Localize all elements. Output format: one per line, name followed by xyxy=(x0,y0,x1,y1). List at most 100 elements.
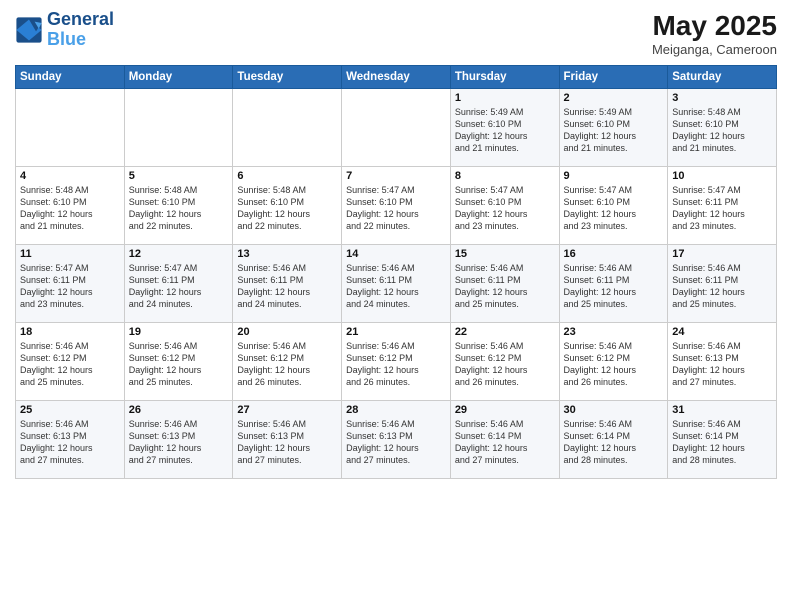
day-number: 20 xyxy=(237,326,337,338)
day-cell: 17 Sunrise: 5:46 AM Sunset: 6:11 PM Dayli… xyxy=(668,245,777,323)
day-cell xyxy=(233,89,342,167)
day-number: 10 xyxy=(672,170,772,182)
day-cell: 12 Sunrise: 5:47 AM Sunset: 6:11 PM Dayli… xyxy=(124,245,233,323)
day-detail: Sunrise: 5:46 AM Sunset: 6:13 PM Dayligh… xyxy=(129,418,229,467)
day-detail: Sunrise: 5:47 AM Sunset: 6:11 PM Dayligh… xyxy=(129,262,229,311)
day-number: 11 xyxy=(20,248,120,260)
day-detail: Sunrise: 5:47 AM Sunset: 6:11 PM Dayligh… xyxy=(672,184,772,233)
day-detail: Sunrise: 5:46 AM Sunset: 6:13 PM Dayligh… xyxy=(20,418,120,467)
day-cell: 2 Sunrise: 5:49 AM Sunset: 6:10 PM Daylig… xyxy=(559,89,668,167)
day-cell: 25 Sunrise: 5:46 AM Sunset: 6:13 PM Dayli… xyxy=(16,401,125,479)
day-cell: 28 Sunrise: 5:46 AM Sunset: 6:13 PM Dayli… xyxy=(342,401,451,479)
day-number: 29 xyxy=(455,404,555,416)
day-detail: Sunrise: 5:46 AM Sunset: 6:12 PM Dayligh… xyxy=(237,340,337,389)
day-cell: 26 Sunrise: 5:46 AM Sunset: 6:13 PM Dayli… xyxy=(124,401,233,479)
day-cell: 19Sunrise: 5:46 AM Sunset: 6:12 PM Dayli… xyxy=(124,323,233,401)
day-number: 25 xyxy=(20,404,120,416)
logo-line1: General xyxy=(47,10,114,30)
day-cell: 14 Sunrise: 5:46 AM Sunset: 6:11 PM Dayli… xyxy=(342,245,451,323)
day-number: 5 xyxy=(129,170,229,182)
day-cell: 10 Sunrise: 5:47 AM Sunset: 6:11 PM Dayli… xyxy=(668,167,777,245)
week-row-3: 11 Sunrise: 5:47 AM Sunset: 6:11 PM Dayli… xyxy=(16,245,777,323)
day-detail: Sunrise: 5:48 AM Sunset: 6:10 PM Dayligh… xyxy=(672,106,772,155)
day-number: 26 xyxy=(129,404,229,416)
weekday-monday: Monday xyxy=(124,66,233,89)
day-number: 31 xyxy=(672,404,772,416)
day-number: 14 xyxy=(346,248,446,260)
day-detail: Sunrise: 5:48 AM Sunset: 6:10 PM Dayligh… xyxy=(129,184,229,233)
weekday-friday: Friday xyxy=(559,66,668,89)
day-number: 24 xyxy=(672,326,772,338)
day-detail: Sunrise: 5:46 AM Sunset: 6:13 PM Dayligh… xyxy=(672,340,772,389)
week-row-5: 25 Sunrise: 5:46 AM Sunset: 6:13 PM Dayli… xyxy=(16,401,777,479)
day-cell: 21 Sunrise: 5:46 AM Sunset: 6:12 PM Dayli… xyxy=(342,323,451,401)
day-detail: Sunrise: 5:46 AM Sunset: 6:11 PM Dayligh… xyxy=(564,262,664,311)
day-number: 28 xyxy=(346,404,446,416)
title-block: May 2025 Meiganga, Cameroon xyxy=(652,10,777,57)
day-detail: Sunrise: 5:46 AM Sunset: 6:12 PM Dayligh… xyxy=(455,340,555,389)
month-year: May 2025 xyxy=(652,10,777,42)
day-number: 12 xyxy=(129,248,229,260)
day-cell: 31 Sunrise: 5:46 AM Sunset: 6:14 PM Dayli… xyxy=(668,401,777,479)
day-detail: Sunrise: 5:46 AM Sunset: 6:13 PM Dayligh… xyxy=(346,418,446,467)
day-cell: 8 Sunrise: 5:47 AM Sunset: 6:10 PM Daylig… xyxy=(450,167,559,245)
day-detail: Sunrise: 5:46 AM Sunset: 6:14 PM Dayligh… xyxy=(564,418,664,467)
day-cell: 15Sunrise: 5:46 AM Sunset: 6:11 PM Dayli… xyxy=(450,245,559,323)
day-number: 2 xyxy=(564,92,664,104)
day-detail: Sunrise: 5:46 AM Sunset: 6:13 PM Dayligh… xyxy=(237,418,337,467)
day-detail: Sunrise: 5:48 AM Sunset: 6:10 PM Dayligh… xyxy=(20,184,120,233)
day-cell xyxy=(16,89,125,167)
day-detail: Sunrise: 5:49 AM Sunset: 6:10 PM Dayligh… xyxy=(455,106,555,155)
day-number: 27 xyxy=(237,404,337,416)
day-number: 4 xyxy=(20,170,120,182)
day-number: 15 xyxy=(455,248,555,260)
day-cell: 9 Sunrise: 5:47 AM Sunset: 6:10 PM Daylig… xyxy=(559,167,668,245)
day-detail: Sunrise: 5:46 AM Sunset: 6:12 PM Dayligh… xyxy=(346,340,446,389)
day-number: 9 xyxy=(564,170,664,182)
day-detail: Sunrise: 5:48 AM Sunset: 6:10 PM Dayligh… xyxy=(237,184,337,233)
day-number: 16 xyxy=(564,248,664,260)
day-detail: Sunrise: 5:46 AM Sunset: 6:11 PM Dayligh… xyxy=(346,262,446,311)
day-detail: Sunrise: 5:46 AM Sunset: 6:11 PM Dayligh… xyxy=(672,262,772,311)
day-cell xyxy=(342,89,451,167)
day-cell: 18 Sunrise: 5:46 AM Sunset: 6:12 PM Dayli… xyxy=(16,323,125,401)
day-cell: 16 Sunrise: 5:46 AM Sunset: 6:11 PM Dayli… xyxy=(559,245,668,323)
logo: General Blue xyxy=(15,10,114,50)
day-number: 8 xyxy=(455,170,555,182)
day-cell: 27 Sunrise: 5:46 AM Sunset: 6:13 PM Dayli… xyxy=(233,401,342,479)
day-number: 18 xyxy=(20,326,120,338)
day-cell: 7 Sunrise: 5:47 AM Sunset: 6:10 PM Daylig… xyxy=(342,167,451,245)
day-number: 21 xyxy=(346,326,446,338)
logo-line2: Blue xyxy=(47,30,114,50)
day-detail: Sunrise: 5:49 AM Sunset: 6:10 PM Dayligh… xyxy=(564,106,664,155)
day-detail: Sunrise: 5:46 AM Sunset: 6:12 PM Dayligh… xyxy=(20,340,120,389)
weekday-saturday: Saturday xyxy=(668,66,777,89)
day-detail: Sunrise: 5:46 AM Sunset: 6:11 PM Dayligh… xyxy=(237,262,337,311)
day-number: 17 xyxy=(672,248,772,260)
day-detail: Sunrise: 5:47 AM Sunset: 6:10 PM Dayligh… xyxy=(346,184,446,233)
header: General Blue May 2025 Meiganga, Cameroon xyxy=(15,10,777,57)
day-detail: Sunrise: 5:47 AM Sunset: 6:10 PM Dayligh… xyxy=(455,184,555,233)
day-detail: Sunrise: 5:47 AM Sunset: 6:10 PM Dayligh… xyxy=(564,184,664,233)
weekday-sunday: Sunday xyxy=(16,66,125,89)
day-cell: 11Sunrise: 5:47 AM Sunset: 6:11 PM Dayli… xyxy=(16,245,125,323)
day-cell: 1Sunrise: 5:49 AM Sunset: 6:10 PM Daylig… xyxy=(450,89,559,167)
day-detail: Sunrise: 5:46 AM Sunset: 6:12 PM Dayligh… xyxy=(564,340,664,389)
day-cell: 3 Sunrise: 5:48 AM Sunset: 6:10 PM Daylig… xyxy=(668,89,777,167)
weekday-wednesday: Wednesday xyxy=(342,66,451,89)
day-number: 22 xyxy=(455,326,555,338)
weekday-header-row: SundayMondayTuesdayWednesdayThursdayFrid… xyxy=(16,66,777,89)
day-number: 19 xyxy=(129,326,229,338)
day-number: 7 xyxy=(346,170,446,182)
day-number: 23 xyxy=(564,326,664,338)
weekday-thursday: Thursday xyxy=(450,66,559,89)
day-cell: 6Sunrise: 5:48 AM Sunset: 6:10 PM Daylig… xyxy=(233,167,342,245)
day-cell: 29 Sunrise: 5:46 AM Sunset: 6:14 PM Dayli… xyxy=(450,401,559,479)
day-cell: 5 Sunrise: 5:48 AM Sunset: 6:10 PM Daylig… xyxy=(124,167,233,245)
day-number: 3 xyxy=(672,92,772,104)
day-detail: Sunrise: 5:46 AM Sunset: 6:14 PM Dayligh… xyxy=(455,418,555,467)
day-cell: 4 Sunrise: 5:48 AM Sunset: 6:10 PM Daylig… xyxy=(16,167,125,245)
day-cell xyxy=(124,89,233,167)
calendar: SundayMondayTuesdayWednesdayThursdayFrid… xyxy=(15,65,777,479)
day-detail: Sunrise: 5:46 AM Sunset: 6:14 PM Dayligh… xyxy=(672,418,772,467)
